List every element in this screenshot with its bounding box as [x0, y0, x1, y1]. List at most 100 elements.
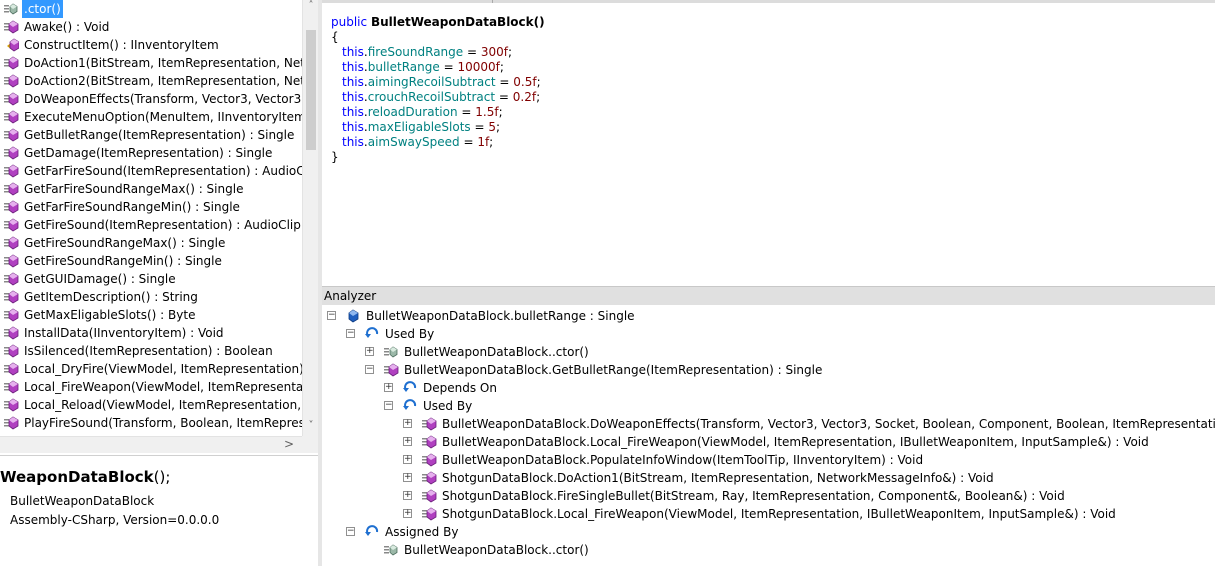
scrollbar-thumb[interactable] — [306, 30, 316, 150]
method-icon — [4, 272, 19, 286]
code-viewer[interactable]: public BulletWeaponDataBlock() { this.fi… — [322, 0, 1215, 283]
numeric-literal: 1.5f — [475, 105, 499, 119]
field-reference[interactable]: aimingRecoilSubtract — [368, 75, 496, 89]
analyzer-tree[interactable]: − BulletWeaponDataBlock.bulletRange : Sin… — [322, 305, 1215, 566]
analyzer-node[interactable]: − BulletWeaponDataBlock.bulletRange : Sin… — [322, 307, 1215, 325]
member-label: IsSilenced(ItemRepresentation) : Boolean — [24, 344, 273, 358]
scroll-right-icon[interactable]: > — [284, 437, 294, 451]
keyword-public: public — [331, 15, 368, 29]
method-icon — [4, 398, 19, 412]
code-line-assignment: this.fireSoundRange = 300f; — [342, 45, 513, 59]
expand-icon[interactable]: + — [403, 419, 412, 428]
numeric-literal: 300f — [480, 45, 508, 59]
analyzer-node[interactable]: − Assigned By — [322, 523, 1215, 541]
method-icon — [422, 453, 437, 467]
method-icon — [4, 362, 19, 376]
scroll-up-icon[interactable]: ˄ — [303, 0, 319, 11]
expand-icon[interactable]: + — [403, 455, 412, 464]
method-icon — [4, 290, 19, 304]
field-reference[interactable]: bulletRange — [368, 60, 440, 74]
tab-separator — [492, 0, 493, 3]
code-line-assignment: this.bulletRange = 10000f; — [342, 60, 504, 74]
member-label: Local_Reload(ViewModel, ItemRepresentati… — [24, 398, 302, 412]
field-reference[interactable]: maxEligableSlots — [368, 120, 471, 134]
member-label: ConstructItem() : IInventoryItem — [24, 38, 219, 52]
code-line-assignment: this.reloadDuration = 1.5f; — [342, 105, 503, 119]
collapse-icon[interactable]: − — [384, 401, 393, 410]
analyzer-node[interactable]: − Used By — [322, 397, 1215, 415]
expand-icon[interactable]: + — [403, 437, 412, 446]
analyzer-node-label: Used By — [385, 327, 435, 341]
member-list-vertical-scrollbar[interactable]: ˄ ˅ — [302, 0, 318, 436]
analyzer-node[interactable]: + ShotgunDataBlock.FireSingleBullet(BitSt… — [322, 487, 1215, 505]
analyzer-node[interactable]: + ShotgunDataBlock.Local_FireWeapon(ViewM… — [322, 505, 1215, 523]
keyword-this: this — [342, 60, 364, 74]
keyword-this: this — [342, 120, 364, 134]
method-icon — [422, 417, 437, 431]
analyzer-header: Analyzer — [322, 286, 1215, 305]
member-label: Awake() : Void — [24, 20, 110, 34]
analyzer-node[interactable]: BulletWeaponDataBlock..ctor() — [322, 541, 1215, 559]
member-label: Local_FireWeapon(ViewModel, ItemRepresen… — [24, 380, 302, 394]
analyzer-node-label: BulletWeaponDataBlock.GetBulletRange(Ite… — [404, 363, 823, 377]
expand-icon[interactable]: + — [403, 491, 412, 500]
numeric-literal: 5 — [488, 120, 497, 134]
method-icon — [384, 363, 399, 377]
member-label: GetMaxEligableSlots() : Byte — [24, 308, 196, 322]
field-reference[interactable]: fireSoundRange — [368, 45, 463, 59]
member-label: InstallData(IInventoryItem) : Void — [24, 326, 224, 340]
field-reference[interactable]: crouchRecoilSubtract — [368, 90, 495, 104]
analyzer-node-label: Depends On — [423, 381, 497, 395]
member-list[interactable]: .ctor() Awake() : Void ConstructItem() : I… — [0, 0, 302, 436]
analyzer-node[interactable]: + BulletWeaponDataBlock.DoWeaponEffects(T… — [322, 415, 1215, 433]
collapse-icon[interactable]: − — [346, 527, 355, 536]
member-label: Local_DryFire(ViewModel, ItemRepresentat… — [24, 362, 302, 376]
analyzer-node-label: Assigned By — [385, 525, 459, 539]
keyword-this: this — [342, 45, 364, 59]
expand-icon[interactable]: + — [403, 473, 412, 482]
analyzer-node-label: BulletWeaponDataBlock.Local_FireWeapon(V… — [442, 435, 1149, 449]
analyzer-node[interactable]: + BulletWeaponDataBlock..ctor() — [322, 343, 1215, 361]
method-icon — [4, 344, 19, 358]
expand-icon[interactable]: + — [365, 347, 374, 356]
expand-icon[interactable]: + — [384, 383, 393, 392]
analyzer-node-label: ShotgunDataBlock.Local_FireWeapon(ViewMo… — [442, 507, 1116, 521]
collapse-icon[interactable]: − — [327, 311, 336, 320]
method-icon — [4, 308, 19, 322]
code-open-brace: { — [331, 30, 339, 44]
analyzer-node[interactable]: + ShotgunDataBlock.DoAction1(BitStream, I… — [322, 469, 1215, 487]
assembly-name: Assembly-CSharp, Version=0.0.0.0 — [10, 513, 220, 527]
analyzer-node[interactable]: + BulletWeaponDataBlock.PopulateInfoWindo… — [322, 451, 1215, 469]
field-icon — [346, 309, 361, 323]
method-icon — [4, 128, 19, 142]
analyzer-node[interactable]: − Used By — [322, 325, 1215, 343]
field-reference[interactable]: aimSwaySpeed — [368, 135, 460, 149]
numeric-literal: 0.2f — [512, 90, 537, 104]
method-icon — [4, 416, 19, 430]
analyzer-node[interactable]: − BulletWeaponDataBlock.GetBulletRange(It… — [322, 361, 1215, 379]
analyzer-node[interactable]: + BulletWeaponDataBlock.Local_FireWeapon(… — [322, 433, 1215, 451]
analyzer-node-label: ShotgunDataBlock.DoAction1(BitStream, It… — [442, 471, 994, 485]
member-list-horizontal-scrollbar[interactable]: > — [0, 436, 302, 453]
collapse-icon[interactable]: − — [346, 329, 355, 338]
scroll-down-icon[interactable]: ˅ — [303, 420, 319, 431]
constructor-icon — [4, 2, 19, 16]
expand-icon[interactable]: + — [403, 509, 412, 518]
code-line-signature: public BulletWeaponDataBlock() — [331, 15, 545, 29]
depends-on-icon — [403, 381, 418, 395]
numeric-literal: 1f — [477, 135, 490, 149]
field-reference[interactable]: reloadDuration — [368, 105, 458, 119]
member-label: GetFarFireSoundRangeMax() : Single — [24, 182, 244, 196]
method-icon — [4, 254, 19, 268]
assigned-by-icon — [365, 525, 380, 539]
scrollbar-corner — [302, 436, 318, 453]
used-by-icon — [365, 327, 380, 341]
used-by-icon — [403, 399, 418, 413]
method-icon — [4, 146, 19, 160]
method-icon — [4, 200, 19, 214]
keyword-this: this — [342, 135, 364, 149]
member-label: GetBulletRange(ItemRepresentation) : Sin… — [24, 128, 295, 142]
method-icon — [4, 92, 19, 106]
collapse-icon[interactable]: − — [365, 365, 374, 374]
analyzer-node[interactable]: + Depends On — [322, 379, 1215, 397]
